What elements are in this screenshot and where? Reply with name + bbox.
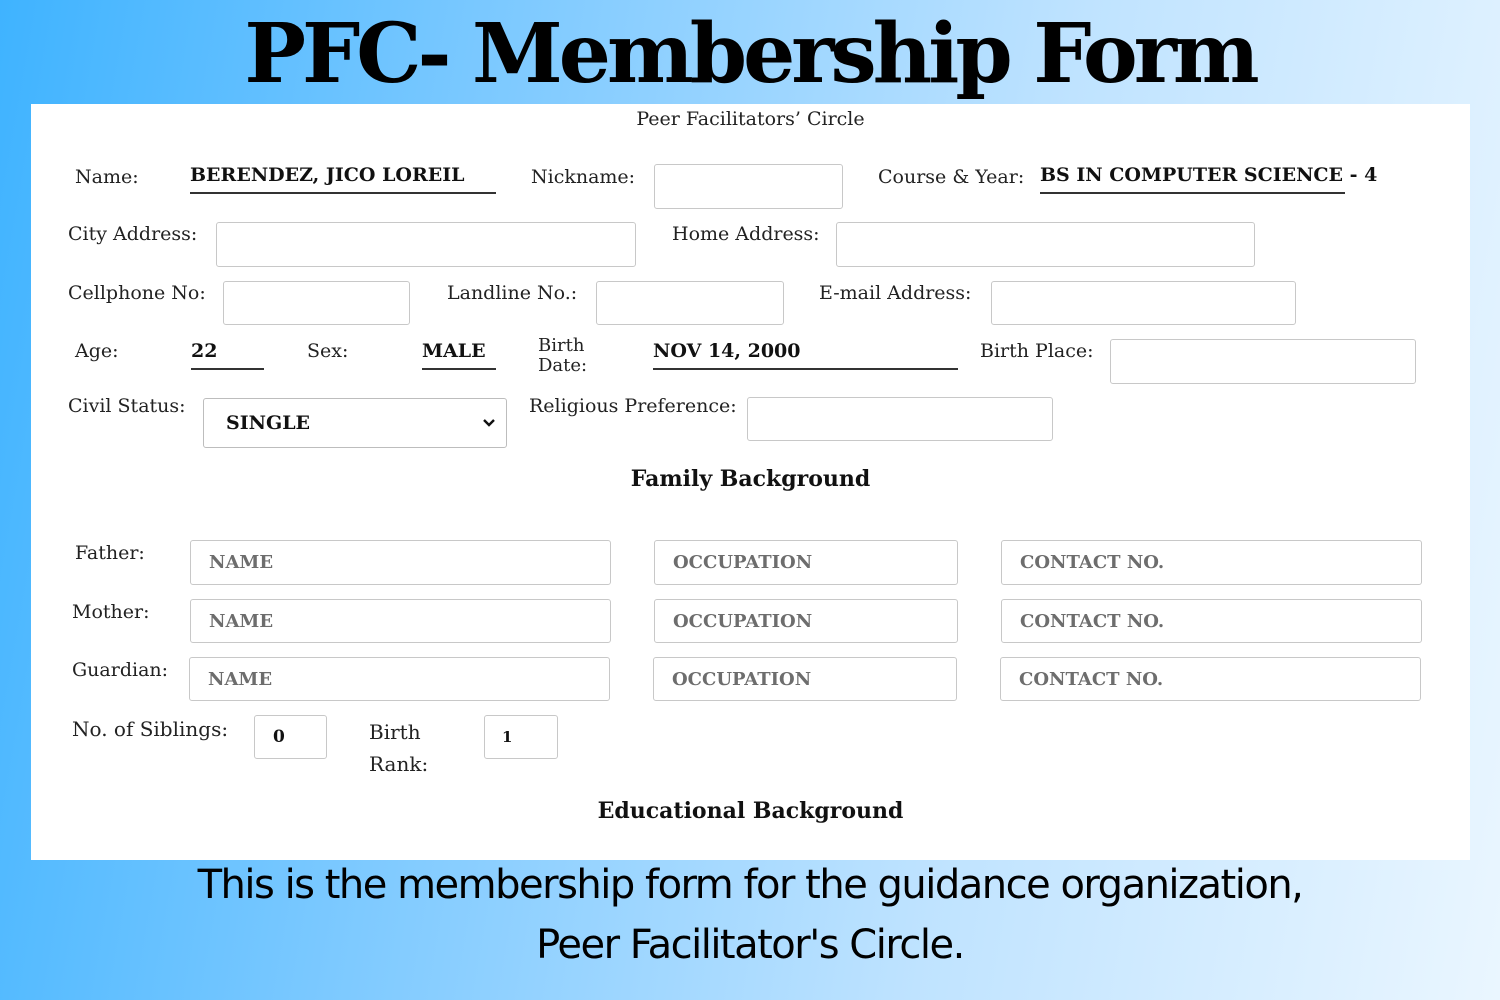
sex-field[interactable]: MALE — [422, 340, 496, 370]
nickname-input[interactable] — [654, 164, 843, 209]
guardian-contact-input[interactable]: CONTACT NO. — [1000, 657, 1421, 701]
birth-date-label: Birth Date: — [538, 336, 587, 376]
birth-rank-label: Birth Rank: — [369, 716, 428, 780]
father-occupation-input[interactable]: OCCUPATION — [654, 540, 958, 585]
mother-label: Mother: — [72, 601, 150, 623]
guardian-label: Guardian: — [72, 659, 169, 681]
chevron-down-icon — [483, 419, 495, 427]
birth-date-field[interactable]: NOV 14, 2000 — [653, 340, 958, 370]
siblings-input[interactable]: 0 — [254, 715, 327, 759]
father-label: Father: — [75, 542, 145, 564]
city-address-input[interactable] — [216, 222, 636, 267]
siblings-label: No. of Siblings: — [72, 717, 229, 741]
city-address-label: City Address: — [68, 223, 198, 245]
birth-rank-label-line2: Rank: — [369, 752, 429, 776]
name-field[interactable]: BERENDEZ, JICO LOREIL — [190, 164, 496, 194]
email-input[interactable] — [991, 281, 1296, 325]
age-label: Age: — [75, 340, 119, 362]
birth-rank-label-line1: Birth — [369, 720, 421, 744]
birth-place-input[interactable] — [1110, 339, 1416, 384]
guardian-occupation-input[interactable]: OCCUPATION — [653, 657, 957, 701]
religion-input[interactable] — [747, 397, 1053, 441]
nickname-label: Nickname: — [531, 166, 636, 188]
birth-date-label-line1: Birth — [538, 335, 585, 356]
landline-input[interactable] — [596, 281, 784, 325]
birth-rank-input[interactable]: 1 — [484, 715, 558, 759]
home-address-label: Home Address: — [672, 223, 820, 245]
birth-date-label-line2: Date: — [538, 355, 588, 376]
civil-status-select[interactable]: SINGLE — [203, 398, 507, 448]
birth-place-label: Birth Place: — [980, 340, 1094, 362]
mother-contact-input[interactable]: CONTACT NO. — [1001, 599, 1422, 643]
age-field[interactable]: 22 — [191, 340, 264, 370]
father-name-input[interactable]: NAME — [190, 540, 611, 585]
civil-status-value: SINGLE — [226, 412, 311, 434]
email-label: E-mail Address: — [819, 282, 972, 304]
guardian-name-input[interactable]: NAME — [189, 657, 610, 701]
name-label: Name: — [75, 166, 139, 188]
landline-label: Landline No.: — [447, 282, 578, 304]
banner-title: PFC- Membership Form — [244, 6, 1259, 102]
course-year-field[interactable]: BS IN COMPUTER SCIENCE - 4 — [1040, 164, 1377, 194]
civil-status-label: Civil Status: — [68, 395, 186, 417]
educational-background-heading: Educational Background — [597, 798, 904, 824]
cellphone-input[interactable] — [223, 281, 410, 325]
caption-line-2: Peer Facilitator's Circle. — [536, 922, 965, 968]
membership-form: Peer Facilitators’ Circle Name: BERENDEZ… — [31, 104, 1470, 860]
course-year-label: Course & Year: — [878, 166, 1025, 188]
family-background-heading: Family Background — [630, 466, 871, 492]
form-org-name: Peer Facilitators’ Circle — [636, 108, 865, 130]
cellphone-label: Cellphone No: — [68, 282, 206, 304]
father-contact-input[interactable]: CONTACT NO. — [1001, 540, 1422, 585]
religion-label: Religious Preference: — [529, 395, 737, 417]
mother-name-input[interactable]: NAME — [190, 599, 611, 643]
caption-line-1: This is the membership form for the guid… — [197, 862, 1304, 908]
mother-occupation-input[interactable]: OCCUPATION — [654, 599, 958, 643]
sex-label: Sex: — [307, 340, 349, 362]
home-address-input[interactable] — [836, 222, 1255, 267]
